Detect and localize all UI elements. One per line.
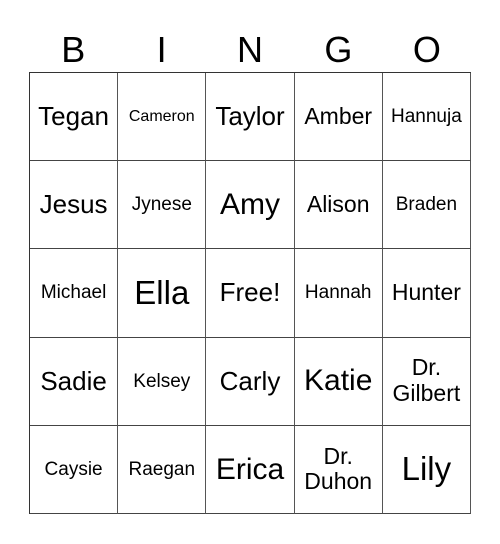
bingo-cell[interactable]: Lily xyxy=(382,425,471,514)
bingo-cell[interactable]: Katie xyxy=(294,337,383,426)
bingo-cell[interactable]: Tegan xyxy=(30,73,119,162)
bingo-cell[interactable]: Sadie xyxy=(30,337,119,426)
header-letter-n: N xyxy=(237,29,264,70)
bingo-cell[interactable]: Caysie xyxy=(30,425,119,514)
header-letter-b: B xyxy=(61,29,86,70)
bingo-cell[interactable]: Cameron xyxy=(118,73,207,162)
bingo-cell[interactable]: Kelsey xyxy=(118,337,207,426)
bingo-cell[interactable]: Ella xyxy=(118,249,207,338)
header-letter-i: I xyxy=(156,29,167,70)
bingo-cell[interactable]: Raegan xyxy=(118,425,207,514)
bingo-cell[interactable]: Amber xyxy=(294,73,383,162)
bingo-cell[interactable]: Jynese xyxy=(118,161,207,250)
bingo-cell[interactable]: Hannuja xyxy=(382,73,471,162)
bingo-cell[interactable]: Michael xyxy=(30,249,119,338)
bingo-cell[interactable]: Dr. Duhon xyxy=(294,425,383,514)
bingo-cell[interactable]: Erica xyxy=(206,425,295,514)
bingo-cell[interactable]: Taylor xyxy=(206,73,295,162)
bingo-cell[interactable]: Hannah xyxy=(294,249,383,338)
bingo-cell[interactable]: Carly xyxy=(206,337,295,426)
bingo-cell[interactable]: Amy xyxy=(206,161,295,250)
header-letter-g: G xyxy=(324,29,353,70)
free-space-cell[interactable]: Free! xyxy=(206,249,295,338)
bingo-cell[interactable]: Alison xyxy=(294,161,383,250)
bingo-cell[interactable]: Hunter xyxy=(382,249,471,338)
bingo-grid: Tegan Cameron Taylor Amber Hannuja Jesus Jynes… xyxy=(29,72,471,514)
bingo-cell[interactable]: Dr. Gilbert xyxy=(382,337,471,426)
header-letter-o: O xyxy=(412,29,441,70)
bingo-header: B I N G O xyxy=(29,28,471,72)
bingo-cell[interactable]: Jesus xyxy=(30,161,119,250)
bingo-cell[interactable]: Braden xyxy=(382,161,471,250)
